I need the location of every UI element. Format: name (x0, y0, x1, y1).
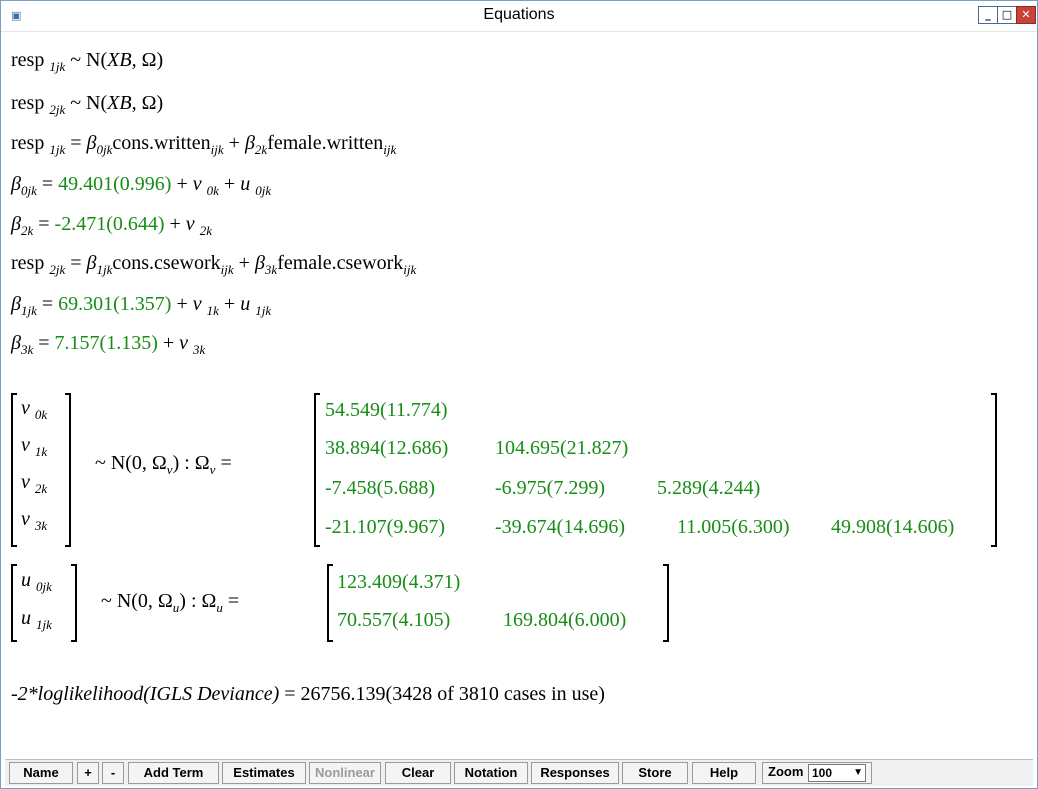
name-button[interactable]: Name (9, 762, 73, 784)
zoom-label: Zoom (768, 764, 804, 779)
vector-entry-v0: v 0k (21, 397, 48, 422)
matrix-cell: -39.674(14.696) (495, 516, 625, 538)
window-title: Equations (483, 6, 555, 23)
matrix-right-bracket (663, 564, 669, 642)
minimize-button[interactable]: _ (978, 6, 998, 24)
equation-resp2-linear[interactable]: resp 2jk = β1jkcons.cseworkijk + β3kfema… (11, 252, 416, 278)
vector-left-bracket (11, 393, 17, 547)
vector-entry-u0: u 0jk (21, 569, 52, 594)
plus-button[interactable]: + (77, 762, 99, 784)
matrix-cell: -7.458(5.688) (325, 477, 435, 499)
equation-beta0[interactable]: β0jk = 49.401(0.996) + v 0k + u 0jk (11, 173, 271, 199)
clear-button[interactable]: Clear (385, 762, 451, 784)
vector-entry-v2: v 2k (21, 471, 48, 496)
chevron-down-icon[interactable]: ▼ (853, 765, 863, 781)
store-button[interactable]: Store (622, 762, 688, 784)
matrix-cell: 38.894(12.686) (325, 437, 449, 459)
matrix-right-bracket (991, 393, 997, 547)
vector-entry-v3: v 3k (21, 508, 48, 533)
estimates-button[interactable]: Estimates (222, 762, 306, 784)
matrix-cell: 169.804(6.000) (503, 609, 627, 631)
responses-button[interactable]: Responses (531, 762, 619, 784)
equation-resp1-dist[interactable]: resp 1jk ~ N(XB, Ω) (11, 49, 163, 75)
equations-content: resp 1jk ~ N(XB, Ω) resp 2jk ~ N(XB, Ω) … (3, 31, 1035, 731)
add-term-button[interactable]: Add Term (128, 762, 219, 784)
zoom-control: Zoom 100 ▼ (762, 762, 872, 784)
matrix-cell: 70.557(4.105) (337, 609, 451, 631)
close-button[interactable]: ✕ (1016, 6, 1036, 24)
notation-button[interactable]: Notation (454, 762, 528, 784)
equation-resp2-dist[interactable]: resp 2jk ~ N(XB, Ω) (11, 92, 163, 118)
matrix-cell: 5.289(4.244) (657, 477, 761, 499)
equation-beta3[interactable]: β3k = 7.157(1.135) + v 3k (11, 332, 205, 358)
matrix-left-bracket (314, 393, 320, 547)
vector-right-bracket (71, 564, 77, 642)
equation-beta1[interactable]: β1jk = 69.301(1.357) + v 1k + u 1jk (11, 293, 271, 319)
zoom-value: 100 (812, 766, 833, 780)
level2-distribution: ~ N(0, Ωu) : Ωu = (101, 590, 240, 615)
minus-button[interactable]: - (102, 762, 124, 784)
matrix-cell: -21.107(9.967) (325, 516, 445, 538)
title-bar: ▣ Equations _ □ ✕ (1, 1, 1037, 32)
maximize-button[interactable]: □ (997, 6, 1017, 24)
nonlinear-button[interactable]: Nonlinear (309, 762, 381, 784)
vector-right-bracket (65, 393, 71, 547)
matrix-cell: 104.695(21.827) (495, 437, 629, 459)
deviance-line[interactable]: -2*loglikelihood(IGLS Deviance) = 26756.… (11, 683, 605, 706)
matrix-cell: 123.409(4.371) (337, 571, 461, 593)
help-button[interactable]: Help (692, 762, 756, 784)
zoom-select[interactable]: 100 ▼ (808, 764, 866, 782)
vector-entry-v1: v 1k (21, 434, 48, 459)
matrix-left-bracket (327, 564, 333, 642)
level3-distribution: ~ N(0, Ωv) : Ωv = (95, 452, 232, 477)
vector-entry-u1: u 1jk (21, 607, 52, 632)
matrix-cell: 49.908(14.606) (831, 516, 955, 538)
matrix-cell: 11.005(6.300) (677, 516, 790, 538)
equation-resp1-linear[interactable]: resp 1jk = β0jkcons.writtenijk + β2kfema… (11, 132, 396, 158)
vector-left-bracket (11, 564, 17, 642)
matrix-cell: 54.549(11.774) (325, 399, 448, 421)
matrix-cell: -6.975(7.299) (495, 477, 605, 499)
equations-window: ▣ Equations _ □ ✕ resp 1jk ~ N(XB, Ω) re… (0, 0, 1038, 789)
equations-toolbar: Name + - Add Term Estimates Nonlinear Cl… (5, 759, 1033, 786)
equation-beta2[interactable]: β2k = -2.471(0.644) + v 2k (11, 213, 212, 239)
